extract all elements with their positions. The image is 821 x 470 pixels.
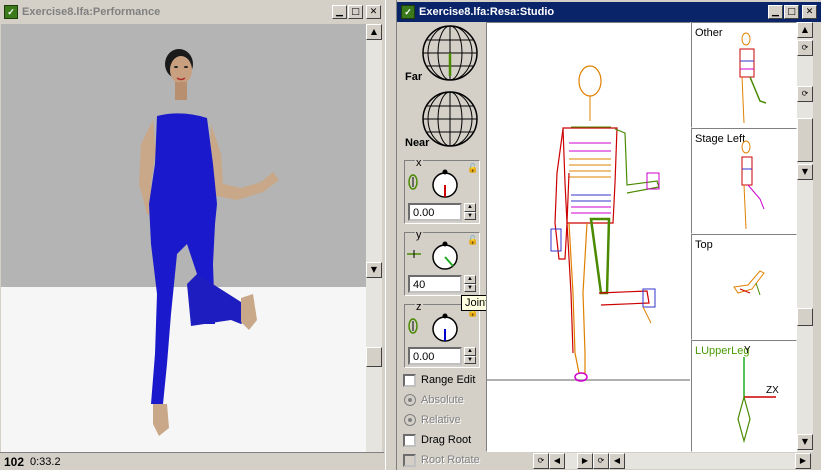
relative-radio[interactable] <box>404 414 416 426</box>
relative-label: Relative <box>421 414 461 426</box>
scroll-up-icon[interactable]: ▲ <box>797 22 813 38</box>
top-view[interactable]: Top <box>691 234 797 340</box>
app-icon: ✓ <box>4 5 18 19</box>
performance-titlebar[interactable]: ✓ Exercise8.lfa:Performance ▁ □ ✕ <box>0 2 385 22</box>
minimize-icon[interactable]: ▁ <box>768 5 783 19</box>
control-panel: Far Near x 🔓 0.00 ▲ ▼ y 🔓 40 ▲ ▼ z 🔓 0.0… <box>399 24 487 470</box>
x-axis-label: x <box>415 157 423 169</box>
y-axis-group: y 🔓 40 ▲ ▼ <box>404 229 480 296</box>
close-icon[interactable]: ✕ <box>802 5 817 19</box>
performance-scrollbar[interactable]: ▲ ▼ <box>366 24 382 452</box>
drag-root-checkbox[interactable] <box>403 434 416 447</box>
scroll-thumb[interactable] <box>366 347 382 367</box>
time-readout: 0:33.2 <box>30 456 61 468</box>
z-spinner[interactable]: ▲ ▼ <box>464 347 476 364</box>
scroll-up-icon[interactable]: ▲ <box>366 24 382 40</box>
performance-window: ✓ Exercise8.lfa:Performance ▁ □ ✕ ▲ ▼ 10… <box>0 0 385 470</box>
stage-left-view[interactable]: Stage Left <box>691 128 797 234</box>
z-joint-icon <box>408 318 418 334</box>
other-view-label: Other <box>695 27 723 39</box>
maximize-icon[interactable]: □ <box>348 5 363 19</box>
other-view[interactable]: Other <box>691 22 797 128</box>
scroll-thumb[interactable] <box>797 118 813 162</box>
studio-titlebar[interactable]: ✓ Exercise8.lfa:Resa:Studio ▁ □ ✕ <box>397 2 821 22</box>
range-edit-label: Range Edit <box>421 374 476 386</box>
y-dial-icon[interactable] <box>429 239 461 271</box>
scroll-down-icon[interactable]: ▼ <box>366 262 382 278</box>
performance-viewport[interactable] <box>1 24 366 452</box>
frame-number: 102 <box>4 455 25 469</box>
absolute-label: Absolute <box>421 394 464 406</box>
rendered-figure <box>139 49 279 436</box>
absolute-radio[interactable] <box>404 394 416 406</box>
performance-title: Exercise8.lfa:Performance <box>22 6 161 18</box>
close-icon[interactable]: ✕ <box>366 5 381 19</box>
y-joint-icon <box>407 250 421 258</box>
drag-root-label: Drag Root <box>421 434 472 446</box>
root-rotate-label: Root Rotate <box>421 454 480 466</box>
scroll-left-icon[interactable]: ◀ <box>549 453 565 469</box>
minimize-icon[interactable]: ▁ <box>332 5 347 19</box>
skeleton-figure <box>550 65 660 382</box>
z-axis-group: z 🔓 0.00 ▲ ▼ <box>404 301 480 368</box>
scroll-left-icon[interactable]: ◀ <box>609 453 625 469</box>
top-view-label: Top <box>695 239 713 251</box>
x-lock-icon[interactable]: 🔓 <box>467 163 478 174</box>
refresh-icon[interactable]: ⟳ <box>797 40 813 56</box>
refresh-icon[interactable]: ⟳ <box>797 86 813 102</box>
window-divider <box>385 0 397 470</box>
z-angle-field[interactable]: 0.00 <box>408 347 462 365</box>
y-spinner[interactable]: ▲ ▼ <box>464 275 476 292</box>
far-globe-icon[interactable] <box>421 24 479 82</box>
x-joint-icon <box>408 174 418 190</box>
refresh-icon[interactable]: ⟳ <box>593 453 609 469</box>
y-axis-label: y <box>415 229 423 241</box>
near-globe-icon[interactable] <box>421 90 479 148</box>
z-dial-icon[interactable] <box>429 311 461 343</box>
scroll-thumb[interactable] <box>797 308 813 326</box>
refresh-icon[interactable]: ⟳ <box>533 453 549 469</box>
root-rotate-checkbox[interactable] <box>403 454 416 467</box>
performance-statusbar: 102 0:33.2 <box>0 452 384 470</box>
studio-window: ✓ Exercise8.lfa:Resa:Studio ▁ □ ✕ Far Ne… <box>397 0 821 470</box>
studio-bottom-bar: ⟳ ◀ ▶ ⟳ ◀ ▶ <box>533 452 821 470</box>
x-axis-group: x 🔓 0.00 ▲ ▼ <box>404 157 480 224</box>
y-angle-field[interactable]: 40 <box>408 275 462 293</box>
studio-scrollbar[interactable]: ▲ ⟳ ⟳ ▼ ▼ <box>797 22 813 452</box>
stage-left-figure <box>741 140 765 230</box>
stage-view[interactable] <box>486 22 691 452</box>
scroll-right-icon[interactable]: ▶ <box>577 453 593 469</box>
x-angle-field[interactable]: 0.00 <box>408 203 462 221</box>
range-edit-checkbox[interactable] <box>403 374 416 387</box>
segment-axes-icon <box>737 357 776 444</box>
x-dial-icon[interactable] <box>429 167 461 199</box>
studio-title: Exercise8.lfa:Resa:Studio <box>419 6 555 18</box>
near-label: Near <box>405 137 430 149</box>
scroll-down-icon[interactable]: ▼ <box>797 434 813 450</box>
maximize-icon[interactable]: □ <box>784 5 799 19</box>
h-scroll-track[interactable] <box>625 453 795 469</box>
other-view-figure <box>739 32 767 124</box>
top-view-figure <box>733 270 765 296</box>
scroll-right-icon[interactable]: ▶ <box>795 453 811 469</box>
segment-view[interactable]: LUpperLeg Y ZX <box>691 340 797 452</box>
far-label: Far <box>405 71 423 83</box>
x-spinner[interactable]: ▲ ▼ <box>464 203 476 220</box>
z-axis-label: z <box>415 301 423 313</box>
scroll-down-icon[interactable]: ▼ <box>797 164 813 180</box>
app-icon: ✓ <box>401 5 415 19</box>
y-lock-icon[interactable]: 🔓 <box>467 235 478 246</box>
